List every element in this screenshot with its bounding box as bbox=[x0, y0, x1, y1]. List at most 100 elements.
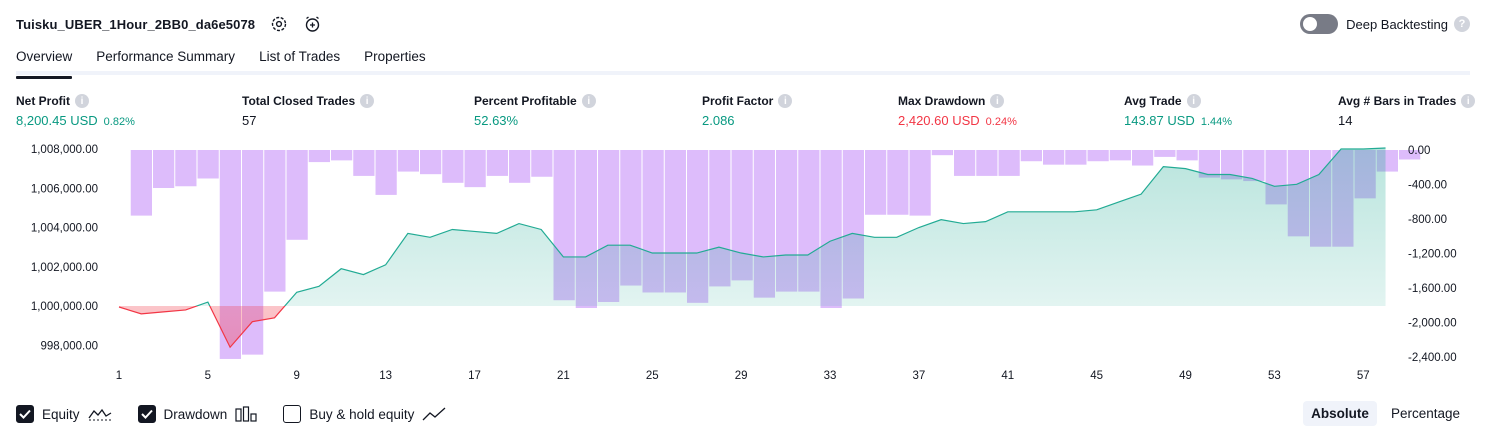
x-axis-tick: 25 bbox=[646, 370, 659, 382]
right-axis-tick: -1,600.00 bbox=[1408, 283, 1457, 295]
deep-backtesting-label: Deep Backtesting bbox=[1346, 16, 1448, 32]
equity-line-icon bbox=[88, 406, 112, 422]
strategy-title: Tuisku_UBER_1Hour_2BB0_da6e5078 bbox=[16, 16, 256, 32]
legend-buy-hold-equity[interactable]: Buy & hold equity bbox=[283, 405, 446, 423]
metric-label: Net Profit bbox=[16, 94, 70, 108]
info-icon[interactable]: i bbox=[1186, 94, 1201, 108]
x-axis-tick: 37 bbox=[913, 370, 926, 382]
metric-percent: 0.82% bbox=[103, 116, 135, 128]
x-axis-tick: 57 bbox=[1357, 370, 1370, 382]
deep-backtesting-toggle[interactable] bbox=[1300, 14, 1339, 34]
left-axis-tick: 998,000.00 bbox=[40, 340, 98, 352]
metric-percent-profitable: Percent Profitable i 52.63% bbox=[474, 93, 596, 128]
drawdown-bar bbox=[1043, 150, 1065, 165]
x-axis-tick: 45 bbox=[1090, 370, 1103, 382]
add-alert-clock-icon[interactable] bbox=[303, 14, 323, 34]
drawdown-bar bbox=[1176, 150, 1198, 161]
right-axis-tick: -2,400.00 bbox=[1408, 352, 1457, 364]
right-axis-tick: -400.00 bbox=[1408, 180, 1447, 192]
left-axis-tick: 1,008,000.00 bbox=[31, 144, 98, 156]
buy-hold-checkbox[interactable] bbox=[283, 405, 302, 423]
metric-net-profit: Net Profit i 8,200.45 USD 0.82% bbox=[16, 93, 135, 128]
tab-performance-summary[interactable]: Performance Summary bbox=[96, 44, 235, 75]
x-axis-tick: 13 bbox=[379, 370, 392, 382]
drawdown-bar bbox=[264, 150, 286, 292]
metric-value: 8,200.45 USD bbox=[16, 113, 98, 128]
metric-value: 14 bbox=[1338, 113, 1353, 128]
x-axis-tick: 5 bbox=[205, 370, 211, 382]
scale-mode-switch: Absolute Percentage bbox=[1297, 401, 1468, 426]
drawdown-bar bbox=[175, 150, 197, 187]
metric-label: Percent Profitable bbox=[474, 94, 577, 108]
info-icon[interactable]: i bbox=[778, 94, 793, 108]
right-axis-tick: -800.00 bbox=[1408, 214, 1447, 226]
drawdown-bar bbox=[1020, 150, 1042, 162]
equity-checkbox[interactable] bbox=[16, 405, 34, 423]
drawdown-bar bbox=[397, 150, 419, 172]
drawdown-bar bbox=[1109, 150, 1131, 161]
drawdown-bar bbox=[486, 150, 508, 176]
equity-drawdown-chart[interactable]: 1,008,000.00 1,006,000.00 1,004,000.00 1,00… bbox=[0, 140, 1486, 400]
metric-label: Total Closed Trades bbox=[242, 94, 356, 108]
drawdown-bar bbox=[353, 150, 375, 176]
help-icon[interactable]: ? bbox=[1454, 16, 1470, 32]
drawdown-bar bbox=[1065, 150, 1087, 165]
metric-label: Max Drawdown bbox=[898, 94, 986, 108]
legend-label: Drawdown bbox=[163, 406, 228, 422]
tab-list-of-trades[interactable]: List of Trades bbox=[259, 44, 340, 75]
right-axis-tick: -1,200.00 bbox=[1408, 249, 1457, 261]
x-axis-tick: 9 bbox=[294, 370, 300, 382]
buy-hold-line-icon bbox=[422, 406, 446, 422]
gear-icon[interactable] bbox=[269, 14, 289, 34]
drawdown-bar bbox=[887, 150, 909, 215]
drawdown-bar bbox=[197, 150, 219, 179]
x-axis-tick: 29 bbox=[735, 370, 748, 382]
info-icon[interactable]: i bbox=[75, 94, 89, 108]
legend-label: Equity bbox=[42, 406, 80, 422]
chart-legend: Equity Drawdown Buy & hold equity bbox=[16, 404, 472, 424]
info-icon[interactable]: i bbox=[1461, 94, 1476, 108]
drawdown-bar bbox=[331, 150, 353, 161]
right-axis-tick: -2,000.00 bbox=[1408, 318, 1457, 330]
right-axis-tick: 0.00 bbox=[1408, 145, 1430, 157]
mode-percentage-button[interactable]: Percentage bbox=[1383, 401, 1468, 426]
deep-backtesting: Deep Backtesting ? bbox=[1300, 12, 1470, 36]
legend-equity[interactable]: Equity bbox=[16, 405, 112, 423]
metric-percent: 0.24% bbox=[985, 116, 1017, 128]
info-icon[interactable]: i bbox=[581, 94, 596, 108]
drawdown-bar bbox=[976, 150, 998, 176]
drawdown-bar bbox=[509, 150, 531, 183]
metric-label: Avg # Bars in Trades bbox=[1338, 94, 1457, 108]
left-axis-tick: 1,006,000.00 bbox=[31, 183, 98, 195]
metric-avg-trade: Avg Trade i 143.87 USD 1.44% bbox=[1124, 93, 1232, 128]
metrics-row: Net Profit i 8,200.45 USD 0.82% Total Clos… bbox=[0, 93, 1486, 133]
drawdown-bar bbox=[153, 150, 175, 188]
metric-total-closed-trades: Total Closed Trades i 57 bbox=[242, 93, 375, 128]
drawdown-bar bbox=[1243, 150, 1265, 182]
metric-value: 2,420.60 USD bbox=[898, 113, 980, 128]
report-tabs: Overview Performance Summary List of Tra… bbox=[16, 44, 1470, 79]
drawdown-bar bbox=[420, 150, 442, 175]
info-icon[interactable]: i bbox=[360, 94, 375, 108]
tab-overview[interactable]: Overview bbox=[16, 44, 73, 79]
legend-drawdown[interactable]: Drawdown bbox=[137, 405, 258, 423]
metric-max-drawdown: Max Drawdown i 2,420.60 USD 0.24% bbox=[898, 93, 1017, 128]
x-axis-tick: 21 bbox=[557, 370, 570, 382]
mode-absolute-button[interactable]: Absolute bbox=[1303, 401, 1377, 426]
drawdown-bar bbox=[931, 150, 953, 156]
legend-label: Buy & hold equity bbox=[309, 406, 415, 422]
info-icon[interactable]: i bbox=[990, 94, 1005, 108]
drawdown-bar bbox=[1132, 150, 1154, 166]
metric-value: 2.086 bbox=[702, 113, 735, 128]
drawdown-bar bbox=[1087, 150, 1109, 162]
drawdown-bar bbox=[130, 150, 152, 216]
metric-percent: 1.44% bbox=[1200, 116, 1233, 128]
drawdown-bar bbox=[464, 150, 486, 188]
tab-properties[interactable]: Properties bbox=[364, 44, 426, 75]
drawdown-checkbox[interactable] bbox=[137, 405, 156, 423]
drawdown-bar bbox=[865, 150, 887, 215]
metric-avg-bars-in-trades: Avg # Bars in Trades i 14 bbox=[1338, 93, 1476, 128]
left-axis-tick: 1,004,000.00 bbox=[31, 223, 98, 235]
x-axis-tick: 1 bbox=[116, 370, 122, 382]
drawdown-bar bbox=[442, 150, 464, 183]
